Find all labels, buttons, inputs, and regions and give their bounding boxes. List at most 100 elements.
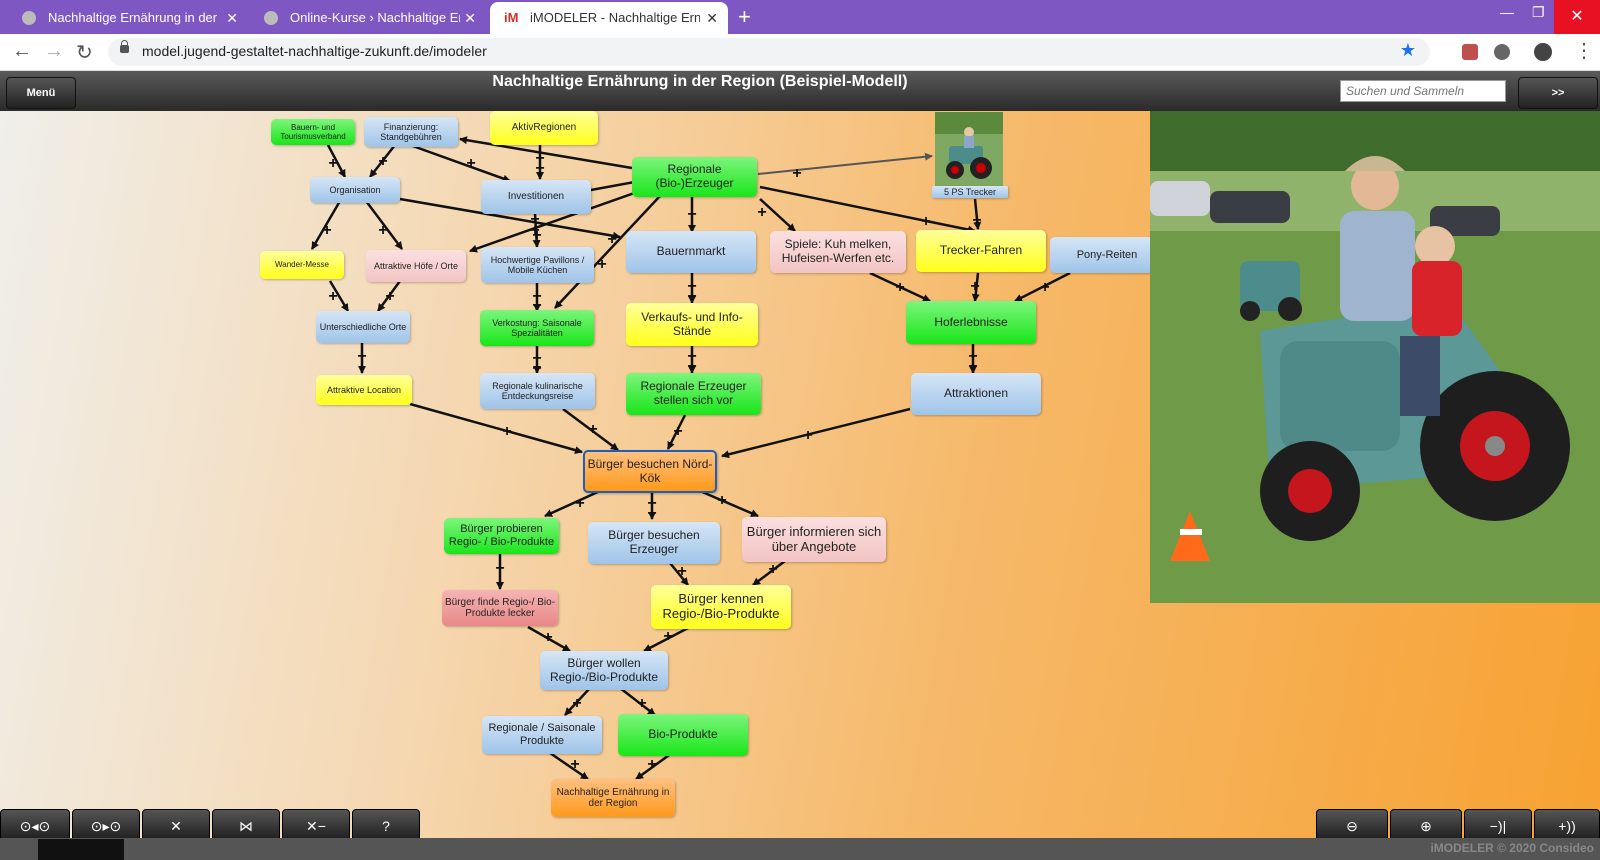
imodeler-favicon: iM: [504, 10, 519, 25]
shrink-icon: −)|: [1489, 818, 1507, 834]
edge-sign: +: [768, 561, 777, 578]
node-wander-messe[interactable]: Wander-Messe: [260, 251, 344, 279]
edge-sign: +: [921, 213, 930, 230]
edge-sign: +: [895, 279, 904, 296]
node-erzeuger-stellen-sich-vor[interactable]: Regionale Erzeuger stellen sich vor: [626, 373, 761, 415]
edge-sign: +: [1040, 279, 1049, 296]
browser-tab-1[interactable]: Nachhaltige Ernährung in der Re ✕: [8, 2, 248, 34]
status-bar: iMODELER © 2020 Consideo: [0, 838, 1600, 860]
edge-sign: +: [328, 155, 337, 172]
node-buerger-finde-lecker[interactable]: Bürger finde Regio-/ Bio-Produkte lecker: [442, 590, 558, 626]
minimize-icon[interactable]: —: [1500, 4, 1514, 20]
edge-sign: +: [502, 423, 511, 440]
node-organisation[interactable]: Organisation: [310, 177, 400, 203]
node-attraktive-hoefe[interactable]: Attraktive Höfe / Orte: [366, 250, 466, 282]
browser-tab-bar: Nachhaltige Ernährung in der Re ✕ Online…: [0, 0, 1600, 34]
node-regionale-saisonale-produkte[interactable]: Regionale / Saisonale Produkte: [482, 716, 602, 754]
forward-arrow-icon[interactable]: →: [44, 40, 64, 63]
expand-button[interactable]: >>: [1518, 77, 1598, 109]
extension-icon[interactable]: [1494, 44, 1510, 60]
new-tab-icon[interactable]: +: [738, 4, 751, 30]
node-bauernmarkt[interactable]: Bauernmarkt: [626, 231, 756, 273]
edge-sign: +: [717, 492, 726, 509]
edge-sign: +: [673, 423, 682, 440]
edge-sign: +: [535, 160, 544, 177]
node-unterschiedliche-orte[interactable]: Unterschiedliche Orte: [316, 311, 410, 343]
close-icon[interactable]: ✕: [464, 2, 476, 34]
window-close-icon[interactable]: ✕: [1554, 0, 1600, 34]
edge-sign: +: [378, 153, 387, 170]
pdf-extension-icon[interactable]: [1462, 44, 1478, 60]
edge-sign: +: [972, 212, 981, 229]
node-attraktive-location[interactable]: Attraktive Location: [316, 375, 412, 405]
node-pavillons-kuechen[interactable]: Hochwertige Pavillons / Mobile Küchen: [481, 247, 594, 283]
browser-tab-3[interactable]: iM iMODELER - Nachhaltige Ernähru ✕: [490, 2, 728, 34]
edge-sign: +: [357, 348, 366, 365]
node-finanzierung[interactable]: Finanzierung: Standgebühren: [364, 117, 458, 147]
edge-sign: +: [792, 165, 801, 182]
node-bauern-tourismusverband[interactable]: Bauern- und Tourismusverband: [271, 119, 355, 145]
back-arrow-icon[interactable]: ←: [12, 40, 32, 63]
node-5ps-trecker-label: 5 PS Trecker: [932, 186, 1008, 198]
node-pony-reiten[interactable]: Pony-Reiten: [1050, 237, 1164, 273]
node-hoferlebnisse[interactable]: Hoferlebnisse: [906, 301, 1036, 344]
edge-sign: +: [466, 155, 475, 172]
node-investitionen[interactable]: Investitionen: [481, 180, 591, 214]
collapse-icon: ✕−: [306, 818, 326, 834]
browser-tab-2[interactable]: Online-Kurse › Nachhaltige Ernä ✕: [250, 2, 486, 34]
expand-icon: +)): [1558, 818, 1576, 834]
node-kulinarische-entdeckungsreise[interactable]: Regionale kulinarische Entdeckungsreise: [480, 373, 595, 409]
edge-sign: +: [647, 756, 656, 773]
edge-sign: +: [543, 629, 552, 646]
reload-icon[interactable]: ↻: [76, 40, 93, 65]
graph-icon: ⋈: [239, 818, 253, 834]
edge-sign: +: [970, 278, 979, 295]
edge-sign: +: [677, 563, 686, 580]
node-trecker-fahren[interactable]: Trecker-Fahren: [916, 230, 1046, 272]
profile-avatar-icon[interactable]: [1534, 43, 1552, 61]
node-aktivregionen[interactable]: AktivRegionen: [490, 111, 598, 145]
toggle-panel-button[interactable]: [38, 839, 124, 860]
model-canvas[interactable]: + + + + + + + + + + + + + + + + + + + + …: [0, 111, 1600, 838]
node-regionale-erzeuger[interactable]: Regionale (Bio-)Erzeuger: [632, 157, 757, 197]
tractor-thumbnail-image: [935, 112, 1003, 186]
node-verkostung[interactable]: Verkostung: Saisonale Spezialitäten: [480, 310, 594, 346]
edge-sign: +: [687, 206, 696, 223]
lock-icon: [120, 40, 129, 53]
bookmark-star-icon[interactable]: ★: [1400, 40, 1416, 61]
edge-sign: +: [532, 227, 541, 244]
node-verkaufs-info-staende[interactable]: Verkaufs- und Info-Stände: [626, 303, 758, 346]
network-icon: ✕: [170, 818, 182, 834]
zoom-out-icon: ⊖: [1346, 818, 1358, 834]
close-icon[interactable]: ✕: [226, 2, 238, 34]
close-icon[interactable]: ✕: [706, 2, 718, 34]
node-buerger-wollen[interactable]: Bürger wollen Regio-/Bio-Produkte: [540, 651, 668, 690]
kebab-menu-icon[interactable]: ⋮: [1574, 38, 1594, 63]
node-buerger-informieren[interactable]: Bürger informieren sich über Angebote: [742, 517, 886, 562]
edge-sign: +: [803, 427, 812, 444]
edge-sign: +: [322, 222, 331, 239]
node-buerger-besuchen-erzeuger[interactable]: Bürger besuchen Erzeuger: [588, 522, 720, 564]
edge-sign: +: [378, 222, 387, 239]
node-buerger-kennen[interactable]: Bürger kennen Regio-/Bio-Produkte: [651, 585, 791, 629]
edge-sign: +: [328, 288, 337, 305]
edge-sign: +: [663, 628, 672, 645]
node-nachhaltige-ernaehrung[interactable]: Nachhaltige Ernährung in der Region: [551, 779, 675, 817]
address-bar[interactable]: model.jugend-gestaltet-nachhaltige-zukun…: [108, 38, 1430, 66]
node-bio-produkte[interactable]: Bio-Produkte: [618, 714, 748, 756]
edge-sign: +: [607, 231, 616, 248]
node-spiele[interactable]: Spiele: Kuh melken, Hufeisen-Werfen etc.: [770, 231, 906, 273]
edge-sign: +: [385, 288, 394, 305]
node-attraktionen[interactable]: Attraktionen: [911, 373, 1041, 415]
globe-icon: [22, 11, 36, 25]
edge-sign: +: [757, 204, 766, 221]
node-buerger-probieren[interactable]: Bürger probieren Regio- / Bio-Produkte: [444, 518, 559, 554]
edge-sign: +: [575, 495, 584, 512]
edge-sign: +: [495, 560, 504, 577]
node-5ps-trecker[interactable]: 5 PS Trecker: [932, 112, 1008, 198]
node-buerger-besuchen-noerd-koek[interactable]: Bürger besuchen Nörd-Kök: [583, 450, 717, 493]
tractor-photo-image: [1150, 111, 1600, 603]
search-input[interactable]: [1340, 80, 1506, 102]
restore-icon[interactable]: ❐: [1532, 4, 1545, 21]
app-header: Menü Nachhaltige Ernährung in der Region…: [0, 71, 1600, 111]
